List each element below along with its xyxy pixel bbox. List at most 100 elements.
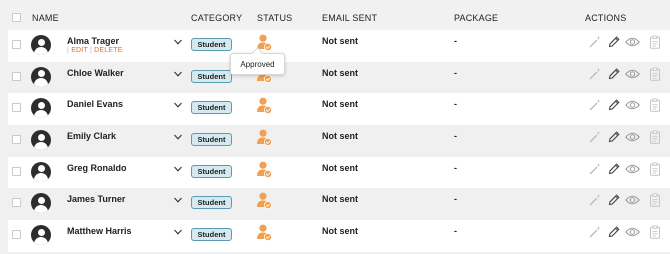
chevron-down-icon[interactable] (174, 166, 182, 172)
category-badge: Student (191, 164, 232, 178)
category-badge: Student (191, 228, 232, 242)
category-badge: Student (191, 69, 232, 83)
pencil-icon[interactable] (607, 35, 621, 49)
users-table: NAME CATEGORY STATUS EMAIL SENT PACKAGE … (8, 6, 670, 252)
email-sent-status: Not sent (322, 99, 358, 110)
eye-icon[interactable] (625, 164, 640, 174)
user-approved-icon[interactable] (257, 129, 272, 147)
status-tooltip: Approved (230, 53, 285, 75)
chevron-down-icon[interactable] (174, 134, 182, 140)
clipboard-icon[interactable] (648, 225, 662, 239)
user-avatar-icon (31, 66, 51, 87)
clipboard-icon[interactable] (648, 35, 662, 49)
user-approved-icon[interactable] (257, 161, 272, 178)
pencil-icon[interactable] (607, 162, 621, 176)
clipboard-icon[interactable] (648, 98, 662, 113)
magic-wand-icon[interactable] (588, 35, 602, 49)
chevron-down-icon[interactable] (174, 102, 182, 108)
email-sent-status: Not sent (322, 226, 358, 237)
package-value: - (454, 226, 457, 237)
user-approved-icon[interactable] (257, 192, 272, 210)
user-approved-icon[interactable] (257, 224, 272, 242)
chevron-down-icon[interactable] (174, 39, 182, 45)
clipboard-icon[interactable] (648, 130, 662, 144)
table-row: Emily Clark Student Not sent - (8, 125, 670, 157)
row-checkbox[interactable] (12, 40, 21, 49)
eye-icon[interactable] (625, 195, 640, 205)
eye-icon[interactable] (625, 37, 640, 47)
package-value: - (454, 99, 457, 110)
user-avatar-icon (31, 225, 51, 246)
category-badge: Student (191, 196, 232, 210)
pencil-icon[interactable] (607, 193, 621, 207)
magic-wand-icon[interactable] (588, 193, 602, 207)
magic-wand-icon[interactable] (588, 162, 602, 176)
clipboard-icon[interactable] (648, 67, 662, 81)
column-header-actions: ACTIONS (585, 13, 627, 23)
email-sent-status: Not sent (322, 194, 358, 205)
row-checkbox[interactable] (12, 71, 21, 81)
category-badge: Student (191, 101, 232, 115)
table-row: Chloe Walker Student Not sent - (8, 61, 670, 94)
row-inline-actions: | EDIT | DELETE (67, 47, 123, 54)
email-sent-status: Not sent (322, 67, 358, 78)
table-body: Alma Trager Student Not sent - | EDIT | … (8, 30, 670, 252)
user-avatar-icon (31, 193, 51, 214)
row-name[interactable]: Matthew Harris (67, 226, 132, 236)
pencil-icon[interactable] (607, 225, 621, 239)
user-avatar-icon (31, 161, 51, 182)
magic-wand-icon[interactable] (588, 225, 602, 239)
table-row: Daniel Evans Student Not sent - (8, 93, 670, 126)
column-header-status[interactable]: STATUS (257, 13, 292, 23)
eye-icon[interactable] (625, 69, 640, 79)
column-header-category[interactable]: CATEGORY (191, 13, 242, 23)
email-sent-status: Not sent (322, 162, 358, 173)
row-checkbox[interactable] (12, 230, 21, 240)
row-checkbox[interactable] (12, 166, 21, 176)
user-avatar-icon (31, 130, 51, 151)
clipboard-icon[interactable] (648, 162, 662, 176)
email-sent-status: Not sent (322, 131, 358, 142)
pencil-icon[interactable] (607, 130, 621, 144)
edit-link[interactable]: EDIT (71, 47, 88, 54)
row-name[interactable]: Emily Clark (67, 131, 116, 141)
row-name[interactable]: Daniel Evans (67, 99, 123, 109)
package-value: - (454, 36, 457, 46)
user-avatar-icon (31, 98, 51, 119)
chevron-down-icon[interactable] (174, 229, 182, 235)
eye-icon[interactable] (625, 100, 640, 110)
chevron-down-icon[interactable] (174, 71, 182, 77)
row-name[interactable]: Chloe Walker (67, 68, 124, 78)
magic-wand-icon[interactable] (588, 98, 602, 112)
chevron-down-icon[interactable] (174, 197, 182, 204)
pencil-icon[interactable] (607, 67, 621, 81)
clipboard-icon[interactable] (648, 193, 662, 208)
table-row: Matthew Harris Student Not sent - (8, 220, 670, 252)
row-checkbox[interactable] (12, 103, 21, 113)
eye-icon[interactable] (625, 132, 640, 142)
row-actions-separator: | (67, 47, 70, 54)
package-value: - (454, 162, 457, 173)
user-approved-icon[interactable] (257, 97, 272, 115)
table-header: NAME CATEGORY STATUS EMAIL SENT PACKAGE … (8, 6, 670, 30)
magic-wand-icon[interactable] (588, 130, 602, 144)
pencil-icon[interactable] (607, 98, 621, 112)
row-name[interactable]: Greg Ronaldo (67, 163, 127, 173)
table-row: James Turner Student Not sent - (8, 188, 670, 221)
table-row: Greg Ronaldo Student Not sent - (8, 156, 670, 189)
row-name[interactable]: Alma Trager (67, 36, 119, 46)
row-checkbox[interactable] (12, 198, 21, 208)
column-header-name[interactable]: NAME (32, 13, 59, 23)
table-row: Alma Trager Student Not sent - | EDIT | … (8, 30, 670, 62)
select-all-checkbox[interactable] (12, 13, 21, 22)
magic-wand-icon[interactable] (588, 67, 602, 81)
column-header-package: PACKAGE (454, 13, 499, 23)
row-checkbox[interactable] (12, 135, 21, 145)
row-name[interactable]: James Turner (67, 194, 125, 204)
package-value: - (454, 131, 457, 142)
delete-link[interactable]: DELETE (94, 47, 122, 54)
package-value: - (454, 194, 457, 205)
column-header-email-sent[interactable]: EMAIL SENT (322, 13, 377, 23)
eye-icon[interactable] (625, 227, 640, 237)
user-avatar-icon (31, 35, 51, 55)
